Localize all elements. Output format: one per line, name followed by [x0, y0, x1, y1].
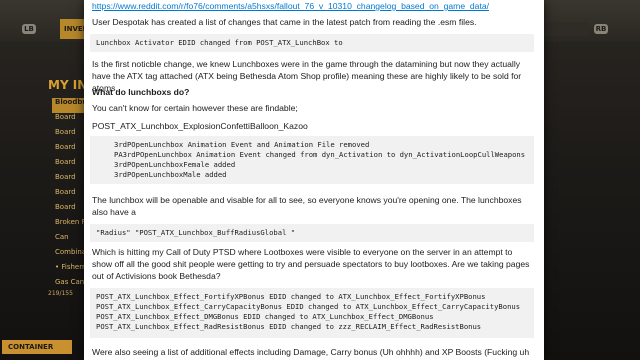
reddit-post-body: https://www.reddit.com/r/fo76/comments/a…: [84, 0, 544, 360]
lb-button[interactable]: LB: [22, 24, 36, 34]
inventory-item[interactable]: Bloodbug I: [52, 98, 88, 113]
inventory-item[interactable]: Can: [52, 233, 88, 248]
inventory-item[interactable]: • Fisherman: [52, 263, 88, 278]
code-block-radius: "Radius" "POST_ATX_Lunchbox_BuffRadiusGl…: [90, 224, 534, 242]
inventory-item[interactable]: Board: [52, 188, 88, 203]
code-block-effects: POST_ATX_Lunchbox_Effect_FortifyXPBonus …: [90, 288, 534, 338]
changelog-link[interactable]: https://www.reddit.com/r/fo76/comments/a…: [92, 1, 489, 11]
section-heading: What do lunchboxs do?: [92, 87, 190, 97]
inventory-item[interactable]: Broken Fe: [52, 218, 88, 233]
inventory-item[interactable]: Board: [52, 143, 88, 158]
code-block-activator: Lunchbox Activator EDID changed from POS…: [90, 34, 534, 52]
inventory-list: Bloodbug IBoardBoardBoardBoardBoardBoard…: [52, 98, 88, 293]
rb-button[interactable]: RB: [594, 24, 608, 34]
changelog-link-line: https://www.reddit.com/r/fo76/comments/a…: [92, 0, 532, 12]
code-block-animation: 3rdPOpenLunchbox Animation Event and Ani…: [90, 136, 534, 184]
container-button[interactable]: CONTAINER: [2, 340, 72, 354]
paragraph-effects: Were also seeing a list of additional ef…: [92, 347, 530, 357]
paragraph-openable: The lunchbox will be openable and visabl…: [92, 195, 522, 217]
inventory-item[interactable]: Board: [52, 113, 88, 128]
inventory-weight: 219/155: [48, 290, 73, 297]
paragraph-findable: You can't know for certain however these…: [92, 103, 298, 113]
inventory-item[interactable]: Combinati: [52, 248, 88, 263]
inventory-item[interactable]: Board: [52, 158, 88, 173]
inventory-item[interactable]: Board: [52, 128, 88, 143]
paragraph-explosion-confetti: POST_ATX_Lunchbox_ExplosionConfettiBallo…: [92, 121, 308, 131]
intro-text: User Despotak has created a list of chan…: [92, 17, 477, 27]
inventory-item[interactable]: Board: [52, 203, 88, 218]
paragraph-call-of-duty: Which is hitting my Call of Duty PTSD wh…: [92, 247, 530, 281]
inventory-item[interactable]: Board: [52, 173, 88, 188]
